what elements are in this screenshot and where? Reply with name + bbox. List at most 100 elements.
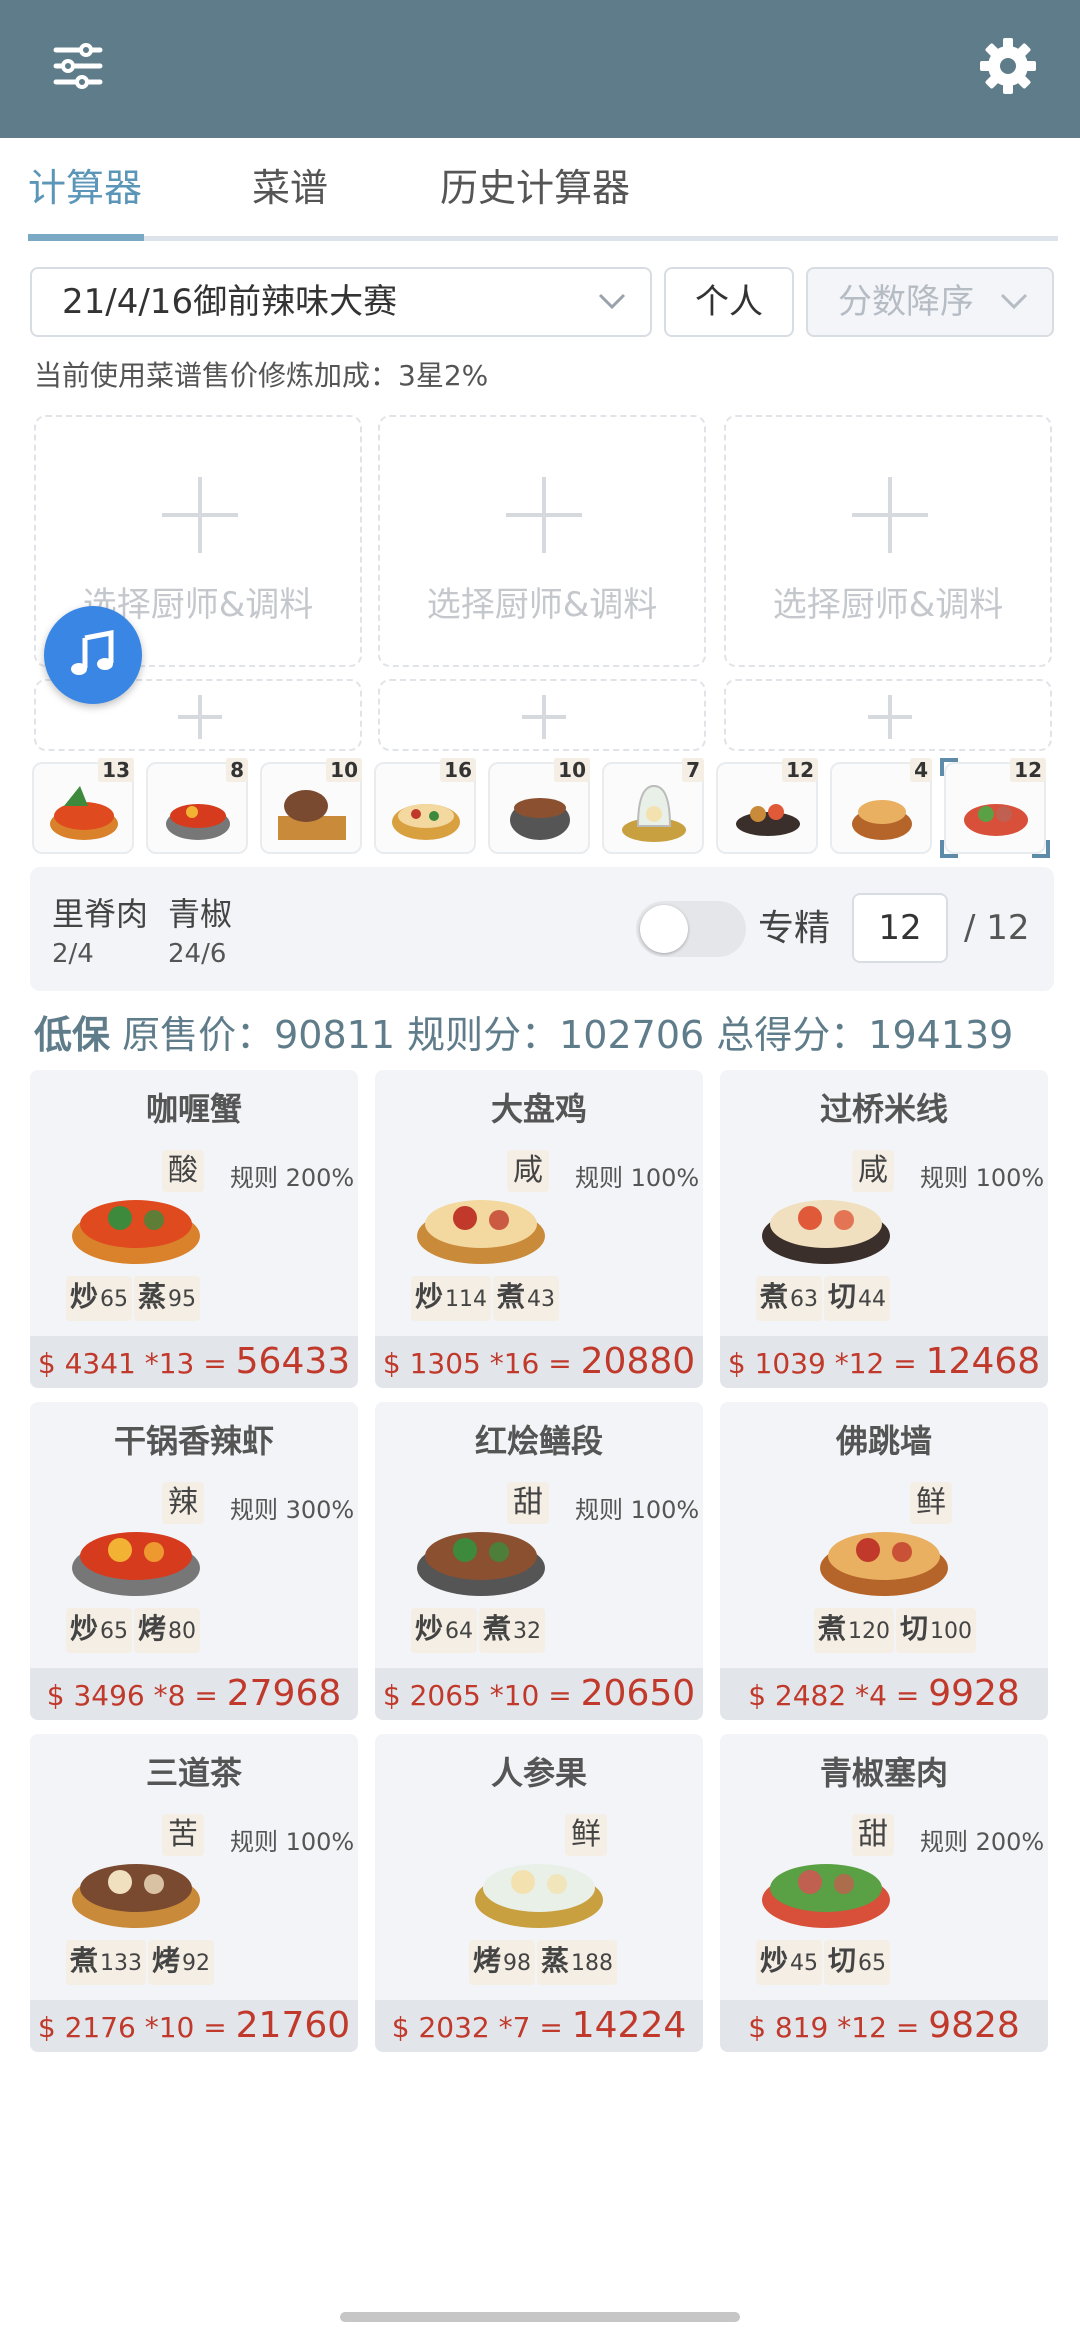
dish-icon xyxy=(72,1532,200,1596)
ingredient-name: 里脊肉 xyxy=(52,895,149,933)
dish-card[interactable]: 青椒塞肉甜规则 200% 炒45 切65 $ 819 *12 = 9828 xyxy=(720,1734,1048,2052)
dish-card[interactable]: 大盘鸡咸规则 100% 炒114 煮43 $ 1305 *16 = 20880 xyxy=(375,1070,703,1388)
dollar-icon: $ xyxy=(37,1347,56,1380)
original-price-label: 原售价： xyxy=(122,1013,275,1057)
dish-thumbnail[interactable]: 10 xyxy=(488,758,590,854)
dish-card[interactable]: 佛跳墙鲜煮120 切100 $ 2482 *4 = 9928 xyxy=(720,1402,1048,1720)
tab-bar: 计算器 菜谱 历史计算器 xyxy=(28,138,1058,242)
skill-requirements: 炒65 烤80 xyxy=(66,1608,202,1653)
dish-thumbnail-selected[interactable]: 12 xyxy=(940,758,1050,858)
sort-select-value: 分数降序 xyxy=(838,282,974,322)
dish-name: 佛跳墙 xyxy=(835,1422,932,1460)
price-row: $ 1039 *12 = 12468 xyxy=(720,1336,1048,1388)
skill-tag: 煮133 xyxy=(66,1940,147,1985)
dish-total: 20880 xyxy=(580,1341,696,1382)
dish-total: 12468 xyxy=(925,1341,1041,1382)
rule-score-value: 102706 xyxy=(559,1013,705,1057)
rule-multiplier: 规则 100% xyxy=(920,1164,1045,1192)
dish-card[interactable]: 人参果鲜烤98 蒸188 $ 2032 *7 = 14224 xyxy=(375,1734,703,2052)
quantity-multiplier: *16 xyxy=(489,1347,540,1380)
chevron-down-icon xyxy=(598,293,626,310)
plus-icon xyxy=(162,477,238,553)
skill-requirements: 煮133 烤92 xyxy=(66,1940,216,1985)
dish-thumbnail[interactable]: 16 xyxy=(374,758,476,854)
mastery-label: 专精 xyxy=(758,908,831,949)
dish-thumbnail[interactable]: 13 xyxy=(32,758,134,854)
skill-tag: 煮120 xyxy=(814,1608,895,1653)
skill-requirements: 炒114 煮43 xyxy=(411,1276,561,1321)
price-row: $ 4341 *13 = 56433 xyxy=(30,1336,358,1388)
total-score-value: 194139 xyxy=(868,1013,1014,1057)
dish-count-badge: 16 xyxy=(440,758,476,782)
dish-thumbnail[interactable]: 8 xyxy=(146,758,248,854)
dish-total: 20650 xyxy=(580,1673,696,1714)
dish-card[interactable]: 过桥米线咸规则 100% 煮63 切44 $ 1039 *12 = 12468 xyxy=(720,1070,1048,1388)
plus-icon xyxy=(506,477,582,553)
quantity-multiplier: *7 xyxy=(498,2011,531,2044)
dish-count-badge: 10 xyxy=(326,758,362,782)
tab-recipes[interactable]: 菜谱 xyxy=(252,158,328,218)
unit-price: 1305 xyxy=(409,1347,481,1380)
chef-slot[interactable]: 选择厨师&调料 xyxy=(724,415,1052,667)
plus-icon xyxy=(852,477,928,553)
skill-tag: 切65 xyxy=(824,1940,891,1985)
tab-rail xyxy=(28,236,1058,241)
dish-thumbnail[interactable]: 7 xyxy=(602,758,704,854)
skill-tag: 炒45 xyxy=(756,1940,823,1985)
quantity-input[interactable]: 12 xyxy=(852,893,948,963)
dollar-icon: $ xyxy=(748,1679,767,1712)
skill-tag: 烤80 xyxy=(134,1608,201,1653)
dish-thumbnail[interactable]: 4 xyxy=(830,758,932,854)
equipment-slot[interactable] xyxy=(724,679,1052,751)
dish-count-badge: 7 xyxy=(682,758,704,782)
quantity-multiplier: *8 xyxy=(153,1679,186,1712)
music-button[interactable] xyxy=(44,606,142,704)
equipment-slot[interactable] xyxy=(378,679,706,751)
tab-history-calculator[interactable]: 历史计算器 xyxy=(440,158,630,218)
skill-tag: 炒65 xyxy=(66,1276,133,1321)
dish-card[interactable]: 干锅香辣虾辣规则 300% 炒65 烤80 $ 3496 *8 = 27968 xyxy=(30,1402,358,1720)
plus-icon xyxy=(178,695,222,739)
toggle-knob xyxy=(640,905,688,953)
dish-total: 56433 xyxy=(235,1341,351,1382)
skill-tag: 炒114 xyxy=(411,1276,492,1321)
tab-indicator xyxy=(28,234,144,241)
personal-button[interactable]: 个人 xyxy=(664,267,794,337)
plus-icon xyxy=(868,695,912,739)
dish-icon xyxy=(852,800,912,840)
dish-thumbnail[interactable]: 12 xyxy=(716,758,818,854)
rule-multiplier: 规则 100% xyxy=(575,1164,700,1192)
dollar-icon: $ xyxy=(727,1347,746,1380)
sort-select[interactable]: 分数降序 xyxy=(806,267,1054,337)
quantity-multiplier: *4 xyxy=(855,1679,887,1712)
total-score-label: 总得分： xyxy=(716,1013,869,1057)
sliders-icon[interactable] xyxy=(48,36,108,96)
dish-icon xyxy=(820,1532,948,1596)
tab-calculator[interactable]: 计算器 xyxy=(28,158,142,218)
dish-card[interactable]: 三道茶苦规则 100% 煮133 烤92 $ 2176 *10 = 21760 xyxy=(30,1734,358,2052)
dish-icon xyxy=(510,798,570,840)
price-row: $ 2482 *4 = 9928 xyxy=(720,1668,1048,1720)
price-row: $ 3496 *8 = 27968 xyxy=(30,1668,358,1720)
home-indicator xyxy=(340,2312,740,2322)
skill-requirements: 煮120 切100 xyxy=(814,1608,978,1653)
skill-tag: 炒65 xyxy=(66,1608,133,1653)
gear-icon[interactable] xyxy=(976,34,1040,98)
dish-icon xyxy=(72,1200,200,1264)
chef-slot[interactable]: 选择厨师&调料 xyxy=(378,415,706,667)
dish-card[interactable]: 红烩鳝段甜规则 100% 炒64 煮32 $ 2065 *10 = 20650 xyxy=(375,1402,703,1720)
ingredient-qty: 24/6 xyxy=(168,939,227,969)
skill-requirements: 煮63 切44 xyxy=(756,1276,892,1321)
rule-score-label: 规则分： xyxy=(407,1013,560,1057)
contest-select-value: 21/4/16御前辣味大赛 xyxy=(62,282,398,322)
dish-icon xyxy=(50,786,118,840)
low-guarantee-label: 低保 xyxy=(34,1013,111,1057)
dish-thumbnail[interactable]: 10 xyxy=(260,758,362,854)
dish-card[interactable]: 咖喱蟹酸规则 200% 炒65 蒸95 $ 4341 *13 = 56433 xyxy=(30,1070,358,1388)
dish-thumbnail-strip: 13 8 10 16 10 7 12 4 12 xyxy=(32,758,1062,858)
mastery-toggle[interactable] xyxy=(636,901,746,957)
dish-count-badge: 4 xyxy=(910,758,932,782)
contest-select[interactable]: 21/4/16御前辣味大赛 xyxy=(30,267,652,337)
skill-tag: 烤98 xyxy=(469,1940,536,1985)
dish-total: 9828 xyxy=(928,2005,1020,2046)
